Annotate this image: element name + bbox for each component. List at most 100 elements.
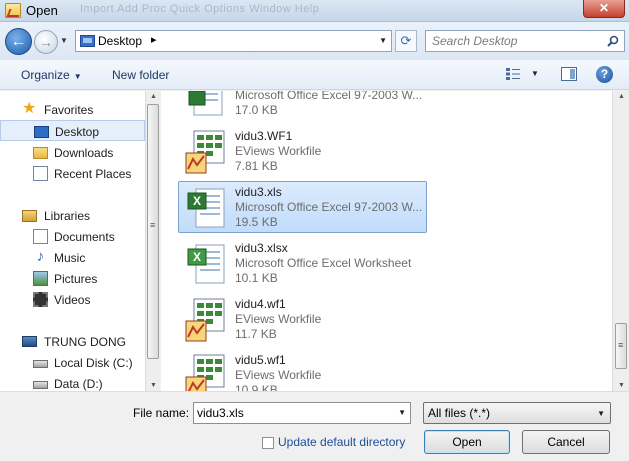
close-button[interactable]: ✕: [583, 0, 625, 18]
file-name-combo[interactable]: ▼: [193, 402, 411, 424]
update-default-directory-label[interactable]: Update default directory: [278, 435, 405, 449]
scroll-down-icon[interactable]: ▼: [618, 382, 625, 389]
desktop-icon: [34, 126, 49, 138]
file-name: vidu3.xls: [235, 185, 282, 199]
eviews-file-icon: [185, 130, 225, 174]
address-location[interactable]: Desktop: [98, 34, 142, 48]
sidebar-item-favorites[interactable]: ★ Favorites: [0, 99, 145, 120]
view-options-dropdown[interactable]: ▼: [531, 69, 539, 78]
file-type: EViews Workfile: [235, 144, 322, 158]
refresh-icon: ⟳: [400, 33, 412, 48]
command-toolbar: Organize ▼ New folder ▼ ?: [0, 60, 629, 90]
sidebar-item-music[interactable]: ♪ Music: [0, 247, 145, 268]
file-name-label: File name:: [133, 406, 190, 420]
file-type: Microsoft Office Excel Worksheet: [235, 256, 412, 270]
organize-label: Organize: [21, 68, 70, 82]
recent-locations-dropdown[interactable]: ▼: [60, 36, 68, 45]
address-row: ← → ▼ Desktop ▸ ▼ ⟳: [0, 22, 629, 60]
music-icon: ♪: [36, 248, 45, 265]
videos-icon: [33, 292, 48, 307]
search-box[interactable]: [425, 30, 625, 52]
sidebar-item-pictures[interactable]: Pictures: [0, 268, 145, 289]
sidebar-item-libraries[interactable]: Libraries: [0, 205, 145, 226]
eviews-file-icon: [185, 354, 225, 391]
help-icon[interactable]: ?: [596, 66, 613, 83]
update-default-directory-checkbox[interactable]: [262, 437, 274, 449]
back-button[interactable]: ←: [5, 28, 32, 55]
address-dropdown-icon[interactable]: ▼: [379, 36, 387, 45]
eviews-app-icon: [5, 3, 21, 18]
preview-pane-icon[interactable]: [561, 67, 577, 81]
recent-places-icon: [33, 166, 48, 181]
sidebar-group-label: Favorites: [44, 103, 94, 117]
refresh-button[interactable]: ⟳: [395, 30, 417, 52]
open-button[interactable]: Open: [424, 430, 510, 454]
scroll-up-icon[interactable]: ▲: [618, 93, 625, 100]
scroll-down-icon[interactable]: ▼: [150, 382, 157, 389]
sidebar-item-label: Desktop: [55, 125, 100, 139]
file-size: 10.9 KB: [235, 383, 278, 391]
breadcrumb-chevron-icon[interactable]: ▸: [151, 33, 157, 46]
file-size: 7.81 KB: [235, 159, 278, 173]
sidebar-item-data-d[interactable]: Data (D:): [0, 373, 145, 391]
file-name-dropdown-icon[interactable]: ▼: [398, 408, 406, 417]
excel-file-icon: X: [187, 188, 225, 228]
back-arrow-icon: ←: [10, 33, 27, 50]
cancel-button[interactable]: Cancel: [522, 430, 610, 454]
sidebar-item-documents[interactable]: Documents: [0, 226, 145, 247]
organize-button[interactable]: Organize ▼: [21, 68, 82, 82]
new-folder-button[interactable]: New folder: [112, 68, 169, 82]
sidebar-item-recent-places[interactable]: Recent Places: [0, 163, 145, 184]
sidebar-item-label: Downloads: [54, 146, 114, 160]
excel-file-icon: X: [187, 244, 225, 284]
sidebar-item-desktop[interactable]: Desktop: [0, 120, 145, 141]
downloads-icon: [33, 147, 48, 159]
file-type: Microsoft Office Excel 97-2003 W...: [235, 91, 423, 102]
sidebar-item-videos[interactable]: Videos: [0, 289, 145, 310]
svg-text:X: X: [193, 250, 201, 264]
list-item[interactable]: Microsoft Office Excel 97-2003 W... 17.0…: [178, 91, 427, 121]
file-name-input[interactable]: [197, 406, 387, 420]
computer-icon: [22, 336, 37, 347]
file-type: Microsoft Office Excel 97-2003 W...: [235, 200, 423, 214]
change-view-icon[interactable]: [505, 67, 521, 81]
file-size: 17.0 KB: [235, 103, 278, 117]
file-size: 19.5 KB: [235, 215, 278, 229]
file-name: vidu3.WF1: [235, 129, 293, 143]
list-item[interactable]: vidu4.wf1 EViews Workfile 11.7 KB: [178, 293, 427, 345]
excel-file-icon: [188, 91, 223, 116]
sidebar-item-label: Music: [54, 251, 86, 265]
file-size: 10.1 KB: [235, 271, 278, 285]
scroll-up-icon[interactable]: ▲: [150, 93, 157, 100]
file-list-scrollbar[interactable]: ▲ ▼: [612, 91, 629, 391]
organize-chevron-down-icon: ▼: [73, 72, 82, 81]
documents-icon: [33, 229, 48, 244]
disk-icon: [33, 381, 48, 389]
scrollbar-thumb[interactable]: [147, 104, 159, 359]
file-list: Microsoft Office Excel 97-2003 W... 17.0…: [161, 91, 612, 391]
forward-arrow-icon: →: [39, 34, 53, 50]
sidebar-item-local-disk-c[interactable]: Local Disk (C:): [0, 352, 145, 373]
search-icon[interactable]: [607, 35, 619, 47]
pictures-icon: [33, 271, 48, 286]
list-item[interactable]: X vidu3.xlsx Microsoft Office Excel Work…: [178, 237, 427, 289]
sidebar-group-label: TRUNG DONG: [44, 335, 126, 349]
search-input[interactable]: [432, 34, 597, 48]
sidebar-item-downloads[interactable]: Downloads: [0, 142, 145, 163]
list-item[interactable]: vidu5.wf1 EViews Workfile 10.9 KB: [178, 349, 427, 391]
sidebar-item-label: Documents: [54, 230, 115, 244]
disk-icon: [33, 360, 48, 368]
sidebar-item-label: Pictures: [54, 272, 98, 286]
file-type-select[interactable]: All files (*.*) ▼: [423, 402, 611, 424]
scrollbar-thumb[interactable]: [615, 323, 627, 369]
file-name: vidu5.wf1: [235, 353, 286, 367]
sidebar-item-computer[interactable]: TRUNG DONG: [0, 331, 145, 352]
list-item[interactable]: vidu3.WF1 EViews Workfile 7.81 KB: [178, 125, 427, 177]
navigation-scrollbar[interactable]: ▲ ▼: [145, 91, 160, 391]
address-bar[interactable]: Desktop ▸ ▼: [75, 30, 392, 52]
forward-button[interactable]: →: [34, 30, 58, 54]
dialog-footer: File name: ▼ All files (*.*) ▼ Update de…: [0, 391, 629, 461]
file-type: EViews Workfile: [235, 368, 322, 382]
window-title: Open: [26, 3, 58, 18]
list-item[interactable]: X vidu3.xls Microsoft Office Excel 97-20…: [178, 181, 427, 233]
